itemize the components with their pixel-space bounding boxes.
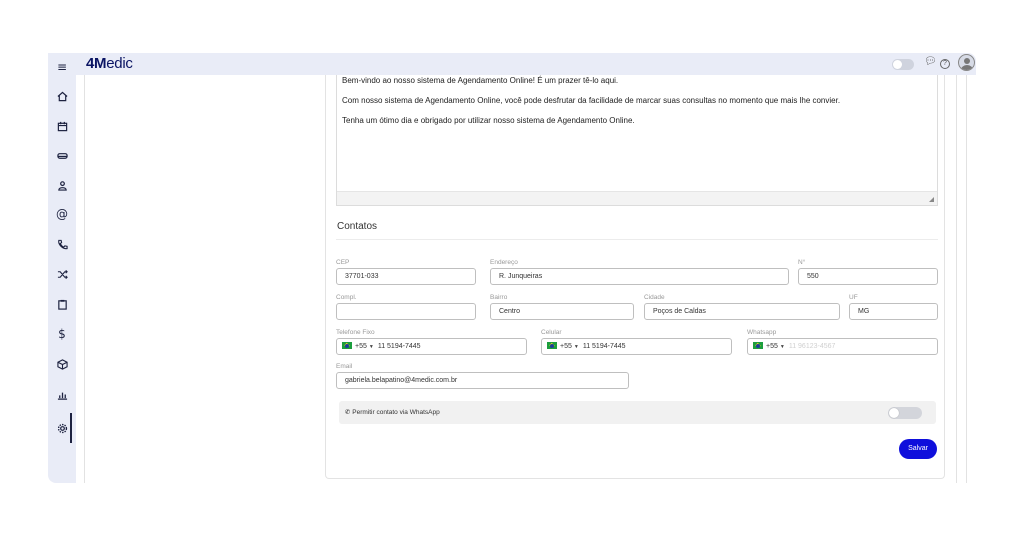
whatsapp-label: Whatsapp (747, 329, 777, 336)
settings-card: Bem-vindo ao nosso sistema de Agendament… (325, 75, 945, 479)
country-code[interactable]: +55 (560, 343, 572, 350)
cep-field[interactable]: 37701-033 (336, 268, 476, 285)
menu-icon[interactable]: ≡ (53, 58, 71, 76)
chart-icon[interactable] (53, 385, 71, 403)
uf-field[interactable]: MG (849, 303, 938, 320)
celular-label: Celular (541, 329, 562, 336)
app-window: ≡ @ $ 4Medic 💬︎ ? Bem-vindo ao nosso sis… (48, 53, 976, 483)
email-field[interactable]: gabriela.belapatino@4medic.com.br (336, 372, 629, 389)
chevron-down-icon[interactable]: ▼ (780, 344, 785, 350)
sofa-icon[interactable] (53, 146, 71, 164)
numero-field[interactable]: 550 (798, 268, 938, 285)
whatsapp-placeholder: 11 96123-4567 (788, 343, 836, 350)
cep-label: CEP (336, 259, 350, 266)
whatsapp-permission-row: ✆︎ Permitir contato via WhatsApp (339, 401, 936, 424)
uf-label: UF (849, 294, 858, 301)
compl-field[interactable] (336, 303, 476, 320)
clipboard-icon[interactable] (53, 295, 71, 313)
email-label: Email (336, 363, 353, 370)
endereco-field[interactable]: R. Junqueiras (490, 268, 789, 285)
resize-handle-icon[interactable] (929, 197, 934, 202)
help-icon[interactable]: ? (940, 59, 950, 69)
phone-number: 11 5194-7445 (582, 343, 626, 350)
page-divider (966, 75, 967, 483)
welcome-message-textarea[interactable]: Bem-vindo ao nosso sistema de Agendament… (336, 75, 938, 206)
contacts-section-title: Contatos (337, 221, 378, 232)
home-icon[interactable] (53, 87, 71, 105)
brazil-flag-icon (547, 342, 557, 349)
whatsapp-permission-toggle[interactable] (888, 407, 922, 419)
shuffle-icon[interactable] (53, 265, 71, 283)
cidade-label: Cidade (644, 294, 665, 301)
package-icon[interactable] (53, 355, 71, 373)
user-avatar-icon[interactable] (958, 54, 975, 71)
chevron-down-icon[interactable]: ▼ (574, 344, 579, 350)
textarea-footer (337, 191, 937, 205)
numero-label: N° (798, 259, 806, 266)
endereco-label: Endereço (490, 259, 518, 266)
cidade-field[interactable]: Poços de Caldas (644, 303, 840, 320)
page-divider (956, 75, 957, 483)
celular-field[interactable]: +55 ▼ 11 5194-7445 (541, 338, 732, 355)
active-indicator (70, 413, 72, 443)
compl-label: Compl. (336, 294, 357, 301)
chat-icon[interactable]: 💬︎ (924, 56, 937, 67)
brazil-flag-icon (753, 342, 763, 349)
gear-icon[interactable] (53, 419, 71, 437)
telefone-fixo-field[interactable]: +55 ▼ 11 5194-7445 (336, 338, 527, 355)
section-divider (336, 239, 938, 240)
bairro-field[interactable]: Centro (490, 303, 634, 320)
calendar-icon[interactable] (53, 117, 71, 135)
sidebar: ≡ @ $ (48, 53, 76, 483)
user-icon[interactable] (53, 176, 71, 194)
telefone-fixo-label: Telefone Fixo (336, 329, 375, 336)
at-sign-icon[interactable]: @ (53, 205, 71, 223)
phone-icon[interactable] (53, 235, 71, 253)
whatsapp-permission-label: ✆︎ Permitir contato via WhatsApp (345, 409, 440, 416)
phone-number: 11 5194-7445 (377, 343, 421, 350)
welcome-line: Bem-vindo ao nosso sistema de Agendament… (342, 76, 619, 85)
brazil-flag-icon (342, 342, 352, 349)
save-button[interactable]: Salvar (899, 439, 937, 459)
top-bar: 4Medic 💬︎ ? (76, 53, 976, 75)
country-code[interactable]: +55 (766, 343, 778, 350)
chevron-down-icon[interactable]: ▼ (369, 344, 374, 350)
welcome-line: Tenha um ótimo dia e obrigado por utiliz… (342, 116, 635, 125)
dollar-icon[interactable]: $ (53, 325, 71, 343)
bairro-label: Bairro (490, 294, 508, 301)
country-code[interactable]: +55 (355, 343, 367, 350)
brand-logo[interactable]: 4Medic (86, 55, 133, 72)
welcome-line: Com nosso sistema de Agendamento Online,… (342, 96, 841, 105)
whatsapp-field[interactable]: +55 ▼ 11 96123-4567 (747, 338, 938, 355)
theme-toggle[interactable] (892, 59, 914, 70)
page-divider (84, 75, 85, 483)
